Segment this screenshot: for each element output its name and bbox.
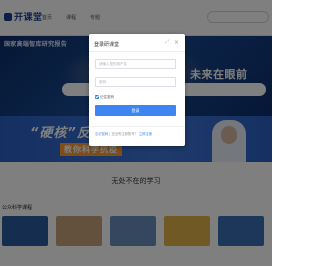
username-field[interactable] — [95, 59, 176, 69]
login-button[interactable]: 登录 — [95, 105, 176, 116]
checkbox-checked-icon[interactable] — [95, 94, 99, 99]
login-modal: 登录研课堂 ⤢ × 记住密码 登录 忘记密码 | 还没有注册账号？ 立即注册 — [89, 34, 185, 146]
minimize-icon[interactable]: ⤢ — [165, 39, 169, 46]
password-field[interactable] — [95, 77, 176, 87]
modal-title: 登录研课堂 — [94, 42, 120, 48]
register-link[interactable]: 立即注册 — [139, 132, 152, 136]
no-account-text: 还没有注册账号？ — [111, 132, 138, 136]
username-input[interactable] — [96, 60, 175, 68]
close-icon[interactable]: × — [174, 39, 179, 46]
password-input[interactable] — [96, 78, 175, 86]
remember-label: 记住密码 — [100, 95, 114, 99]
remember-password[interactable]: 记住密码 — [95, 94, 114, 100]
modal-divider — [89, 51, 185, 52]
modal-footer: 忘记密码 | 还没有注册账号？ 立即注册 — [95, 131, 152, 136]
forgot-password-link[interactable]: 忘记密码 — [95, 132, 108, 136]
modal-divider — [89, 126, 185, 127]
